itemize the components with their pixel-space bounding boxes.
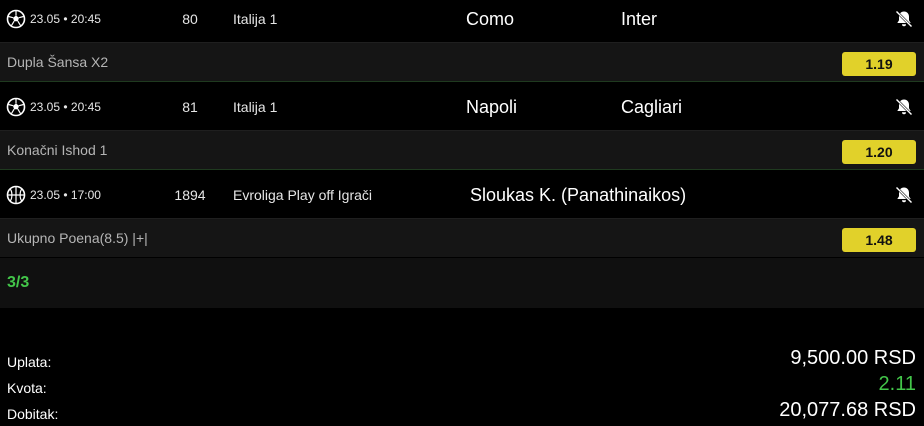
event-code: 80 <box>182 11 198 27</box>
event-datetime: 23.05 • 17:00 <box>30 188 101 202</box>
pick-row: Konačni Ishod 1 1.20 <box>0 130 924 170</box>
selection-count: 3/3 <box>7 274 30 291</box>
soccer-ball-icon <box>6 97 26 117</box>
event-row[interactable]: 23.05 • 20:45 81 Italija 1 Napoli Caglia… <box>0 88 924 131</box>
away-team: Inter <box>621 9 658 29</box>
odds-badge[interactable]: 1.19 <box>842 52 916 76</box>
home-team: Napoli <box>466 97 518 117</box>
stake-line: Uplata: 9,500.00 RSD <box>0 344 924 370</box>
basketball-icon <box>6 185 26 205</box>
bell-muted-icon[interactable] <box>894 97 914 117</box>
odds-line: Kvota: 2.11 <box>0 370 924 396</box>
bet-ticket: 23.05 • 20:45 80 Italija 1 Como Inter Du… <box>0 0 924 426</box>
event-datetime: 23.05 • 20:45 <box>30 100 101 114</box>
total-odds-value: 2.11 <box>878 373 916 395</box>
event-league: Italija 1 <box>233 99 278 115</box>
selection-count-row: 3/3 <box>0 258 924 308</box>
player-name: Sloukas K. (Panathinaikos) <box>470 185 687 205</box>
event-league: Italija 1 <box>233 11 278 27</box>
event-row[interactable]: 23.05 • 20:45 80 Italija 1 Como Inter <box>0 0 924 43</box>
odds-badge[interactable]: 1.20 <box>842 140 916 164</box>
total-odds-label: Kvota: <box>7 380 47 396</box>
pick-label: Konačni Ishod 1 <box>7 142 108 158</box>
ticket-summary: Uplata: 9,500.00 RSD Kvota: 2.11 Dobitak… <box>0 308 924 426</box>
event-datetime: 23.05 • 20:45 <box>30 12 101 26</box>
event-code: 1894 <box>174 187 206 203</box>
away-team: Cagliari <box>621 97 683 117</box>
pick-label: Ukupno Poena(8.5) |+| <box>7 230 148 246</box>
pick-label: Dupla Šansa X2 <box>7 54 109 70</box>
payout-line: Dobitak: 20,077.68 RSD <box>0 396 924 422</box>
event-league: Evroliga Play off Igrači <box>233 187 373 203</box>
event-row[interactable]: 23.05 • 17:00 1894 Evroliga Play off Igr… <box>0 176 924 219</box>
bell-muted-icon[interactable] <box>894 185 914 205</box>
event-code: 81 <box>182 99 198 115</box>
pick-row: Ukupno Poena(8.5) |+| 1.48 <box>0 218 924 257</box>
home-team: Como <box>466 9 515 29</box>
stake-label: Uplata: <box>7 354 52 370</box>
pick-row: Dupla Šansa X2 1.19 <box>0 42 924 82</box>
bell-muted-icon[interactable] <box>894 9 914 29</box>
stake-value: 9,500.00 RSD <box>790 347 916 369</box>
payout-value: 20,077.68 RSD <box>779 399 916 421</box>
soccer-ball-icon <box>6 9 26 29</box>
odds-badge[interactable]: 1.48 <box>842 228 916 252</box>
payout-label: Dobitak: <box>7 406 59 422</box>
